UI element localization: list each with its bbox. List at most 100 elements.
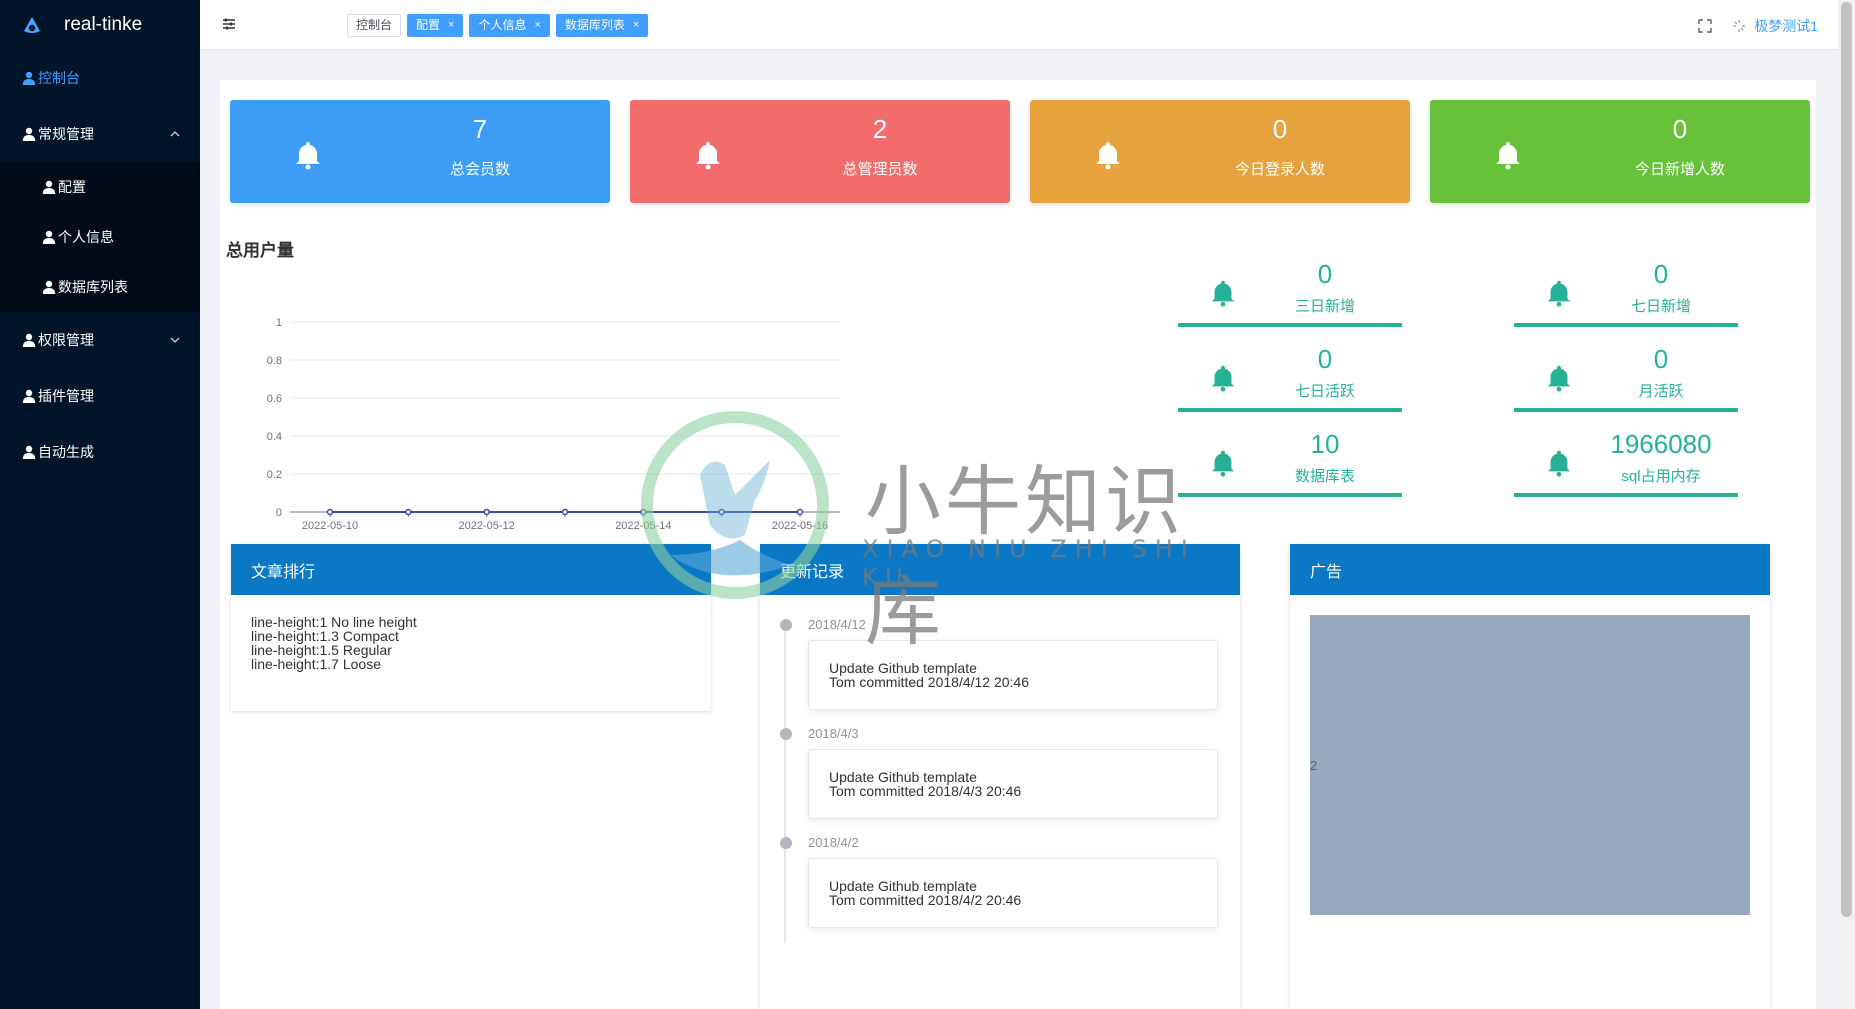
fullscreen-icon[interactable]: [1698, 19, 1712, 33]
timeline-card[interactable]: Update Github template Tom committed 201…: [808, 749, 1218, 819]
bell-icon: [696, 142, 720, 170]
ad-image[interactable]: [1310, 615, 1750, 915]
sidebar-item-dashboard[interactable]: 控制台: [0, 50, 200, 106]
timeline-card[interactable]: Update Github template Tom committed 201…: [808, 858, 1218, 928]
bell-icon: [296, 142, 320, 170]
user-name[interactable]: 极梦测试1: [1754, 16, 1818, 36]
panel-title: 广告: [1290, 544, 1770, 595]
stat-card-total-admins[interactable]: 2 总管理员数: [630, 100, 1010, 203]
mini-stat-value: 0: [1653, 259, 1669, 289]
users-line-chart: 0 0.2 0.4 0.6 0.8 1 2022-05-10 2022-05-12 2022-0…: [267, 317, 840, 532]
sidebar-item-general[interactable]: 常规管理: [0, 106, 200, 162]
mini-stat-value: 1966080: [1610, 429, 1712, 459]
sidebar-item-label: 数据库列表: [58, 279, 128, 295]
data-point[interactable]: [718, 508, 725, 516]
chevron-down-icon: [170, 337, 180, 343]
timeline-title: Update Github template: [829, 769, 977, 785]
data-point[interactable]: [640, 508, 647, 516]
timeline-item: 2018/4/12 Update Github template Tom com…: [780, 615, 1220, 710]
x-tick-label: 2022-05-16: [772, 520, 828, 532]
data-point[interactable]: [561, 508, 569, 516]
update-log-panel: 更新记录 2018/4/12 Update Github template To…: [760, 544, 1240, 1009]
data-point[interactable]: [326, 508, 334, 516]
mini-stat-3day-new[interactable]: 0 三日新增: [1178, 255, 1402, 327]
y-tick-label: 0.2: [267, 469, 282, 481]
stat-card-today-new[interactable]: 0 今日新增人数: [1430, 100, 1810, 203]
timeline-detail: Tom committed 2018/4/3 20:46: [829, 783, 1022, 799]
user-icon: [42, 180, 56, 194]
sidebar-item-permissions[interactable]: 权限管理: [0, 312, 200, 368]
stat-card-today-logins[interactable]: 0 今日登录人数: [1030, 100, 1410, 203]
brand[interactable]: real-tinke: [0, 0, 200, 50]
sidebar-submenu-general: 配置 个人信息 数据库列表: [0, 162, 200, 312]
data-point[interactable]: [796, 508, 804, 516]
scrollbar-thumb[interactable]: [1841, 2, 1852, 917]
close-icon[interactable]: ×: [448, 15, 454, 36]
mini-stat-value: 0: [1653, 344, 1669, 374]
stat-card-total-members[interactable]: 7 总会员数: [230, 100, 610, 203]
mini-stat-7day-active[interactable]: 0 七日活跃: [1178, 340, 1402, 412]
divider: [1514, 323, 1738, 327]
data-point[interactable]: [483, 508, 490, 516]
y-tick-label: 1: [276, 317, 282, 329]
users-section-title: 总用户量: [226, 241, 294, 260]
timeline-dot: [780, 728, 792, 740]
user-icon: [42, 230, 56, 244]
bell-icon: [1496, 142, 1520, 170]
article-ranking-panel: 文章排行 line-height:1 No line height line-h…: [231, 544, 711, 711]
sidebar-item-label: 常规管理: [38, 126, 94, 142]
sidebar-item-db-list[interactable]: 数据库列表: [0, 262, 200, 312]
bell-icon: [1547, 450, 1571, 477]
mini-stat-value: 0: [1317, 344, 1333, 374]
bell-icon: [1547, 280, 1571, 307]
mini-stat-7day-new[interactable]: 0 七日新增: [1514, 255, 1738, 327]
app-name: real-tinke: [64, 14, 143, 35]
stat-label: 今日登录人数: [1234, 161, 1325, 178]
user-icon: [22, 71, 36, 85]
page-scrollbar[interactable]: [1838, 0, 1855, 1009]
mini-stat-db-tables[interactable]: 10 数据库表: [1178, 425, 1402, 497]
sidebar-item-profile[interactable]: 个人信息: [0, 212, 200, 262]
user-icon: [22, 389, 36, 403]
tab-profile[interactable]: 个人信息 ×: [469, 14, 550, 37]
tab-label: 个人信息: [478, 18, 527, 32]
data-point[interactable]: [405, 508, 412, 516]
stat-value: 0: [1272, 114, 1288, 144]
article-line: line-height:1.3 Compact: [251, 628, 399, 644]
menu-toggle-icon[interactable]: [221, 16, 237, 32]
timeline-dot: [780, 837, 792, 849]
stat-cards: 7 总会员数 2 总管理员数 0 今日登录人数 0 今日新增人数: [230, 100, 1810, 203]
sidebar-item-plugins[interactable]: 插件管理: [0, 368, 200, 424]
divider: [1178, 493, 1402, 497]
tab-dashboard[interactable]: 控制台: [347, 14, 402, 37]
loading-icon: [1733, 20, 1746, 32]
bell-icon: [1211, 365, 1235, 392]
user-icon: [22, 445, 36, 459]
y-tick-label: 0.8: [267, 355, 282, 367]
user-icon: [22, 333, 36, 347]
close-icon[interactable]: ×: [633, 15, 639, 36]
stat-label: 总会员数: [449, 161, 510, 178]
tab-db-list[interactable]: 数据库列表 ×: [555, 14, 649, 37]
header-right: 极梦测试1: [1698, 16, 1818, 36]
timeline-detail: Tom committed 2018/4/12 20:46: [829, 674, 1030, 690]
sidebar-item-config[interactable]: 配置: [0, 162, 200, 212]
sidebar-item-label: 控制台: [38, 70, 80, 86]
tab-label: 配置: [416, 18, 441, 32]
timeline-item: 2018/4/2 Update Github template Tom comm…: [780, 833, 1220, 928]
stat-value: 7: [472, 114, 488, 144]
close-icon[interactable]: ×: [534, 15, 540, 36]
timeline-card[interactable]: Update Github template Tom committed 201…: [808, 640, 1218, 710]
tab-config[interactable]: 配置 ×: [407, 14, 464, 37]
mini-stat-monthly-active[interactable]: 0 月活跃: [1514, 340, 1738, 412]
mini-stat-label: 七日新增: [1630, 298, 1691, 315]
x-tick-label: 2022-05-14: [615, 520, 671, 532]
timeline: 2018/4/12 Update Github template Tom com…: [760, 595, 1240, 943]
mini-stat-label: 三日新增: [1294, 298, 1355, 315]
top-header: 控制台 配置 × 个人信息 × 数据库列表 × 极梦测试1: [200, 0, 1838, 50]
sidebar-item-label: 插件管理: [38, 388, 94, 404]
sidebar-item-autogen[interactable]: 自动生成: [0, 424, 200, 480]
divider: [1178, 408, 1402, 412]
mini-stat-sql-memory[interactable]: 1966080 sql占用内存: [1514, 425, 1738, 497]
sidebar-item-label: 配置: [58, 179, 86, 195]
